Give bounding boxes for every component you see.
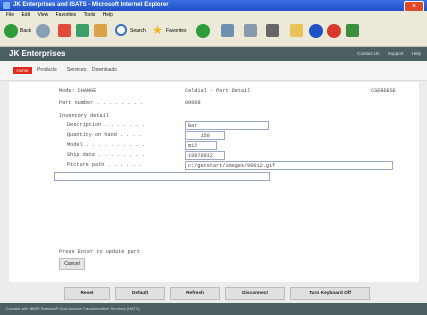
site-brand: JK Enterprises <box>9 49 66 58</box>
description-label: Description . . . . . . . <box>67 122 145 128</box>
support-link[interactable]: Support <box>388 51 404 56</box>
picture-path-label: Picture path . . . . . . <box>67 162 142 168</box>
browser-window: JK Enterprises and ISATS - Microsoft Int… <box>0 0 427 315</box>
nav-products[interactable]: Products <box>37 67 57 74</box>
contact-us-link[interactable]: Contact Us <box>357 51 379 56</box>
extension-icon[interactable] <box>346 24 359 37</box>
favorites-star-icon[interactable]: ★ <box>152 24 164 36</box>
nav-services[interactable]: Services <box>67 67 86 74</box>
command-bar: Reset Default Refresh Disconnect Turn Ke… <box>0 284 427 302</box>
turn-keyboard-off-button[interactable]: Turn Keyboard Off <box>290 287 370 300</box>
ie-logo-icon <box>3 2 10 9</box>
part-number-label: Part number . . . . . . . . <box>59 100 144 106</box>
part-number-value: 00008 <box>185 100 201 106</box>
site-nav: Home Products Services Downloads <box>0 61 427 81</box>
cancel-button[interactable]: Cancel <box>59 258 85 270</box>
print-icon[interactable] <box>266 24 279 37</box>
reset-button[interactable]: Reset <box>64 287 110 300</box>
description-field[interactable]: Bar <box>185 121 269 130</box>
refresh-icon[interactable] <box>76 24 89 37</box>
header-links: Contact Us Support Help <box>350 51 421 56</box>
nav-home-tab[interactable]: Home <box>13 67 32 74</box>
disconnect-button[interactable]: Disconnect <box>225 287 285 300</box>
search-label[interactable]: Search <box>130 24 146 39</box>
quantity-field[interactable]: 150 <box>185 131 225 140</box>
home-icon[interactable] <box>94 24 107 37</box>
menu-bar: File Edit View Favorites Tools Help <box>0 11 427 19</box>
bluetooth-icon[interactable] <box>309 24 323 38</box>
media-icon[interactable] <box>196 24 210 38</box>
search-icon[interactable] <box>115 24 127 36</box>
forward-arrow-icon[interactable] <box>36 24 50 38</box>
mail-icon[interactable] <box>244 24 257 37</box>
model-field[interactable]: m12 <box>185 141 217 150</box>
title-bar: JK Enterprises and ISATS - Microsoft Int… <box>0 0 427 12</box>
screen-id: CSEBDESE <box>371 88 396 94</box>
stop-icon[interactable] <box>58 24 71 37</box>
refresh-button[interactable]: Refresh <box>170 287 220 300</box>
quantity-label: Quantity on hand . . . . <box>67 132 142 138</box>
ship-date-label: Ship date . . . . . . . . <box>67 152 145 158</box>
back-arrow-icon[interactable] <box>4 24 18 38</box>
menu-view[interactable]: View <box>37 11 48 19</box>
host-screen: Mode: CHANGE Celdial - Part Detail CSEBD… <box>9 82 419 282</box>
default-button[interactable]: Default <box>115 287 165 300</box>
menu-file[interactable]: File <box>6 11 14 19</box>
section-label: Inventory detail <box>59 113 109 119</box>
nav-downloads[interactable]: Downloads <box>92 67 117 74</box>
menu-edit[interactable]: Edit <box>21 11 30 19</box>
picture-path-field[interactable]: c:/getstart/images/00012.gif <box>185 161 393 170</box>
help-link[interactable]: Help <box>412 51 421 56</box>
favorites-label[interactable]: Favorites <box>166 24 187 39</box>
site-header: JK Enterprises Contact Us Support Help <box>0 47 427 61</box>
history-icon[interactable] <box>221 24 234 37</box>
menu-favorites[interactable]: Favorites <box>56 11 77 19</box>
update-hint: Press Enter to update part <box>59 249 140 255</box>
mode-label: Mode: CHANGE <box>59 88 97 94</box>
back-label[interactable]: Back <box>20 24 31 39</box>
browser-toolbar: Back Search ★ Favorites <box>0 19 427 47</box>
screen-title: Celdial - Part Detail <box>185 88 251 94</box>
status-bar: Created with IBM® Rational® Host Access … <box>0 303 427 315</box>
messenger-icon[interactable] <box>327 24 341 38</box>
ship-date-field[interactable]: 19970812 <box>185 151 225 160</box>
edit-icon[interactable] <box>290 24 303 37</box>
menu-help[interactable]: Help <box>103 11 113 19</box>
empty-input-field[interactable] <box>54 172 270 181</box>
status-text: Created with IBM® Rational® Host Access … <box>6 306 140 311</box>
model-label: Model . . . . . . . . . . <box>67 142 145 148</box>
window-title: JK Enterprises and ISATS - Microsoft Int… <box>13 2 169 8</box>
menu-tools[interactable]: Tools <box>84 11 96 19</box>
